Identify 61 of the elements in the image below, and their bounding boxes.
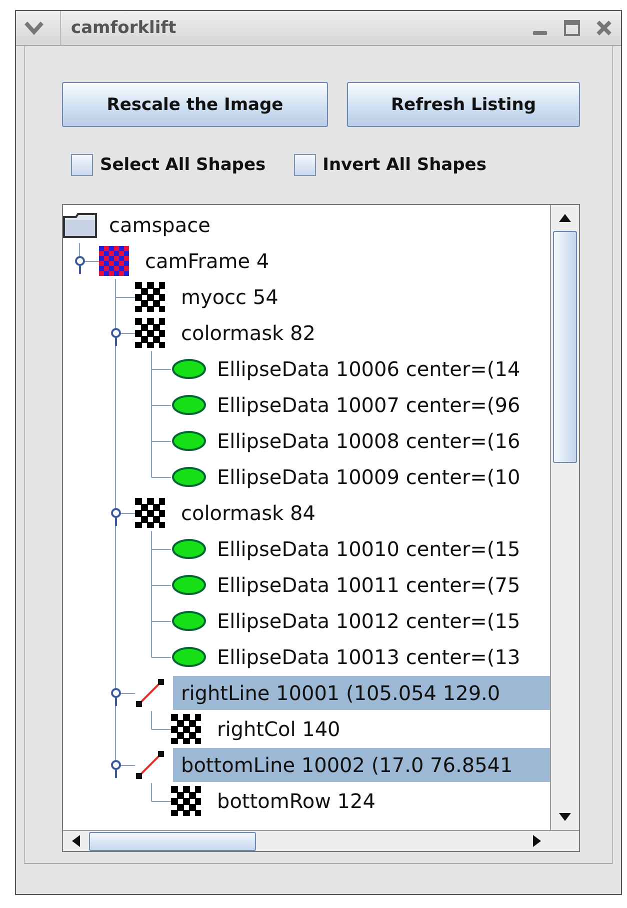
tree-node-label[interactable]: rightCol 140: [209, 712, 346, 746]
tree-node-label[interactable]: EllipseData 10013 center=(13: [209, 640, 526, 674]
checkered-square-icon: [171, 786, 201, 816]
tree-node-label[interactable]: EllipseData 10006 center=(14: [209, 352, 526, 386]
tree-connector-line: [151, 567, 171, 603]
tree-connector-line: [151, 351, 171, 387]
expanded-handle-icon[interactable]: [110, 687, 122, 707]
tree-connector-line: [79, 243, 99, 262]
tree-node-label[interactable]: EllipseData 10011 center=(75: [209, 568, 526, 602]
tree-connector-line: [151, 783, 171, 802]
tree-connector-line: [151, 711, 171, 730]
tree-node-label[interactable]: camspace: [101, 208, 216, 242]
ellipse-icon: [171, 358, 207, 380]
ellipse-icon: [171, 646, 207, 668]
checkbox[interactable]: [294, 154, 316, 176]
tree-node-label[interactable]: colormask 84: [173, 496, 322, 530]
horizontal-scrollbar[interactable]: [63, 830, 579, 851]
ellipse-icon: [171, 574, 207, 596]
vertical-scrollbar[interactable]: [550, 205, 579, 830]
checkered-square-icon: [135, 498, 165, 528]
ellipse-icon: [171, 610, 207, 632]
ellipse-icon: [171, 466, 207, 488]
tree-node-label[interactable]: camFrame 4: [137, 244, 276, 278]
checkbox-label: Select All Shapes: [100, 155, 266, 175]
checkbox[interactable]: [71, 154, 93, 176]
ellipse-icon: [171, 394, 207, 416]
tree-node-label[interactable]: EllipseData 10010 center=(15: [209, 532, 526, 566]
tree-node-label[interactable]: rightLine 10001 (105.054 129.0: [173, 676, 550, 710]
tree-connector-line: [151, 387, 171, 423]
tree-connector-line: [115, 279, 135, 315]
checkered-square-icon: [135, 318, 165, 348]
expanded-handle-icon[interactable]: [110, 327, 122, 347]
checkered-square-icon: [99, 246, 129, 276]
tree-node-label[interactable]: bottomRow 124: [209, 784, 382, 818]
chevron-down-icon[interactable]: [24, 21, 44, 35]
tree-node-label[interactable]: EllipseData 10007 center=(96: [209, 388, 526, 422]
folder-icon: [63, 212, 97, 238]
ellipse-icon: [171, 538, 207, 560]
ellipse-icon: [171, 430, 207, 452]
action-button[interactable]: Refresh Listing: [347, 82, 580, 127]
tree-connector-line: [151, 531, 171, 567]
scrollbar-thumb[interactable]: [89, 832, 256, 851]
expanded-handle-icon[interactable]: [74, 255, 86, 275]
tree-node-label[interactable]: EllipseData 10012 center=(15: [209, 604, 526, 638]
close-icon[interactable]: [595, 19, 613, 37]
expanded-handle-icon[interactable]: [110, 507, 122, 527]
expanded-handle-icon[interactable]: [110, 759, 122, 779]
action-button[interactable]: Rescale the Image: [62, 82, 328, 127]
tree-node-label[interactable]: colormask 82: [173, 316, 322, 350]
window-title: camforklift: [60, 11, 517, 45]
tree-node-label[interactable]: myocc 54: [173, 280, 284, 314]
checkered-square-icon: [135, 282, 165, 312]
tree-node-label[interactable]: EllipseData 10009 center=(10: [209, 460, 526, 494]
tree-node-label[interactable]: EllipseData 10008 center=(16: [209, 424, 526, 458]
maximize-icon[interactable]: [563, 19, 581, 37]
checkbox-label: Invert All Shapes: [322, 155, 486, 175]
scrollbar-thumb[interactable]: [553, 231, 577, 463]
line-segment-icon: [135, 678, 165, 708]
checkered-square-icon: [171, 714, 201, 744]
tree-node-label[interactable]: bottomLine 10002 (17.0 76.8541: [173, 748, 550, 782]
line-segment-icon: [135, 750, 165, 780]
